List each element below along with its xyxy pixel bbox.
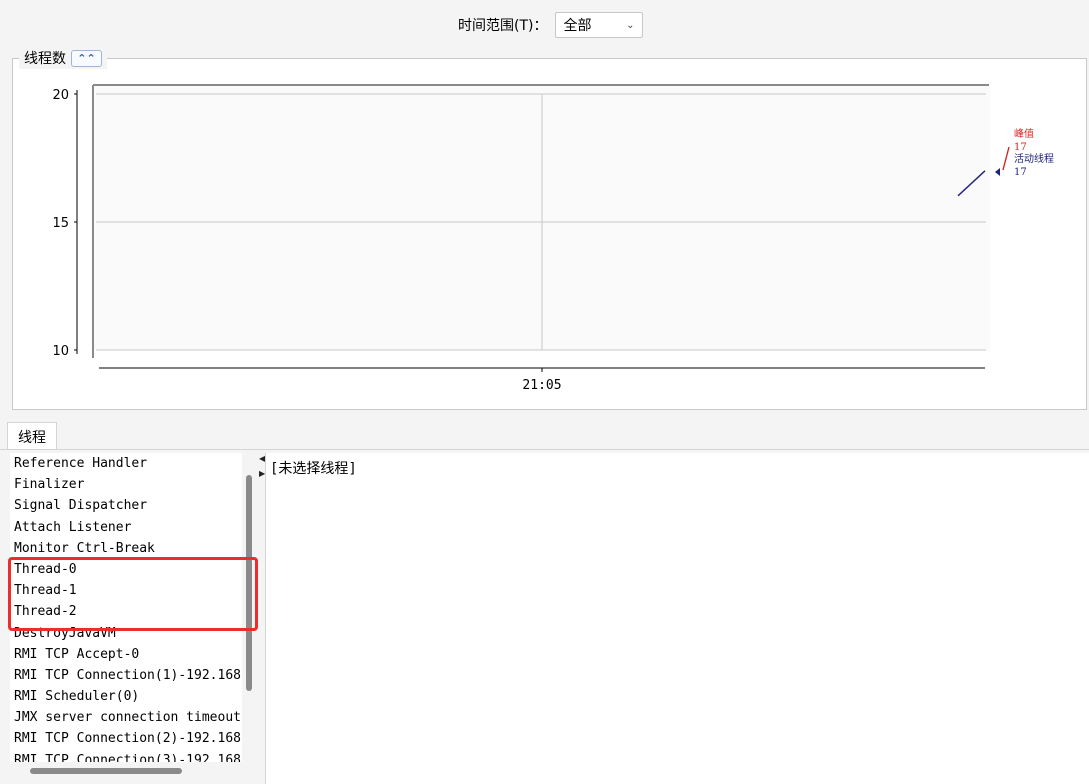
tab-threads[interactable]: 线程	[7, 422, 57, 450]
collapse-button[interactable]: ⌃⌃	[71, 49, 102, 67]
split-pane-divider[interactable]: ◀ ▶	[257, 453, 265, 784]
legend-value-active-threads: 17	[1014, 167, 1027, 178]
thread-list-item[interactable]: Reference Handler	[10, 453, 242, 474]
thread-list-item[interactable]: JMX server connection timeout	[10, 707, 242, 728]
tab-threads-label: 线程	[18, 430, 46, 446]
panel-header: 线程数 ⌃⌃	[19, 47, 107, 69]
thread-list-item[interactable]: Signal Dispatcher	[10, 495, 242, 516]
thread-detail-pane: [未选择线程]	[265, 453, 1089, 784]
thread-count-chart: 20151021:05峰值17活动线程17	[52, 84, 1054, 393]
time-range-value: 全部	[563, 18, 592, 34]
tab-divider	[0, 449, 1089, 450]
chevron-down-icon: ⌄	[626, 19, 635, 31]
thread-list-item[interactable]: RMI Scheduler(0)	[10, 686, 242, 707]
double-chevron-up-icon: ⌃⌃	[77, 51, 96, 65]
y-tick-label: 10	[52, 344, 69, 359]
x-tick-label: 21:05	[522, 378, 561, 393]
thread-list-item[interactable]: RMI TCP Connection(2)-192.168.	[10, 728, 242, 749]
no-thread-selected-text: [未选择线程]	[270, 461, 357, 477]
legend-label-active-threads: 活动线程	[1014, 152, 1054, 165]
thread-count-panel: 20 15 10 21:05 峰值 17 活动线程 17	[12, 58, 1087, 410]
thread-list-item[interactable]: Finalizer	[10, 474, 242, 495]
panel-title: 线程数	[24, 51, 66, 67]
thread-list-item[interactable]: RMI TCP Accept-0	[10, 644, 242, 665]
legend-value-peak: 17	[1014, 142, 1027, 153]
thread-list-item[interactable]: Monitor Ctrl-Break	[10, 538, 242, 559]
legend-label-peak: 峰值	[1014, 127, 1034, 140]
highlight-annotation	[8, 557, 258, 631]
y-tick-label: 15	[52, 216, 69, 231]
time-range-control: 时间范围(T)： 全部 ⌄	[458, 12, 644, 38]
plot-background	[92, 84, 990, 350]
thread-list-item[interactable]: Attach Listener	[10, 517, 242, 538]
thread-list-item[interactable]: RMI TCP Connection(1)-192.168.	[10, 665, 242, 686]
time-range-dropdown[interactable]: 全部 ⌄	[555, 12, 644, 38]
y-tick-label: 20	[52, 88, 69, 103]
scrollbar-thumb[interactable]	[30, 768, 182, 774]
thread-list-horizontal-scrollbar[interactable]	[10, 762, 256, 784]
legend-marker-active-threads	[995, 168, 1000, 176]
legend-marker-peak	[1002, 146, 1010, 171]
time-range-label: 时间范围(T)：	[458, 18, 548, 34]
